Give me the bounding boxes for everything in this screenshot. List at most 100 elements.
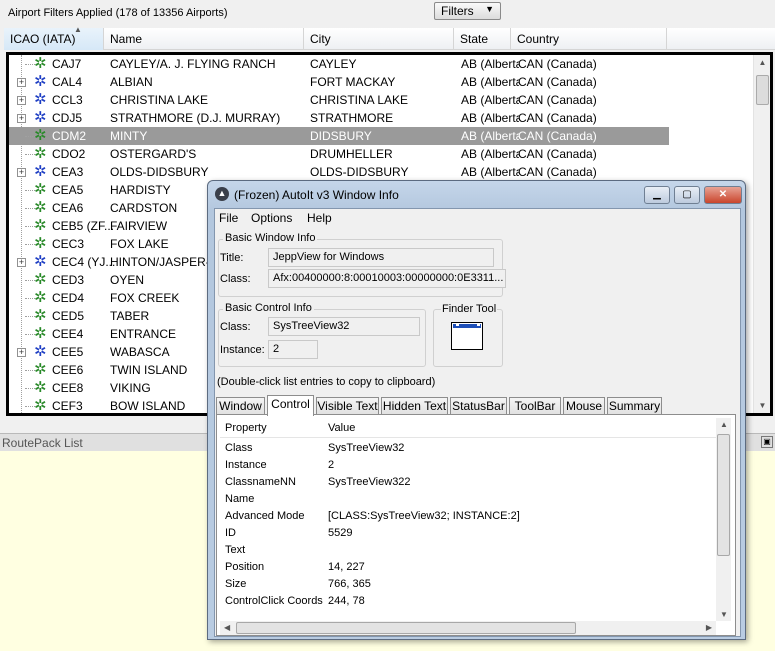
airport-row[interactable]: + ✲ CEA3 OLDS-DIDSBURY OLDS-DIDSBURY AB (Albe… [9,163,669,181]
airport-gear-icon: ✲ [34,343,47,360]
scroll-right-icon[interactable]: ▶ [706,623,712,632]
property-value: 5529 [328,527,353,539]
column-header-city[interactable]: City [304,28,454,50]
column-header-country[interactable]: Country [511,28,667,50]
property-list-header: Property Value [220,418,716,438]
finder-tool-icon[interactable] [451,322,483,350]
airport-gear-icon: ✲ [34,181,47,198]
property-key: Advanced Mode [225,510,305,522]
autoit-window-info: ▲ (Frozen) AutoIt v3 Window Info ▁ ▢ ✕ F… [207,180,746,640]
scrollbar-thumb[interactable] [756,75,769,105]
property-list-horizontal-scrollbar[interactable]: ◀ ▶ [220,621,716,635]
expand-icon[interactable]: + [17,114,26,123]
window-class-field[interactable]: Afx:00400000:8:00010003:00000000:0E3311.… [268,269,506,288]
tab-statusbar[interactable]: StatusBar [450,397,507,415]
menu-options[interactable]: Options [251,211,292,225]
scroll-up-icon[interactable]: ▲ [755,55,770,70]
property-row[interactable]: Advanced Mode [CLASS:SysTreeView32; INSTA… [220,508,716,525]
autoit-app-icon: ▲ [215,187,229,201]
property-row[interactable]: ClassnameNN SysTreeView322 [220,474,716,491]
property-row[interactable]: Class SysTreeView32 [220,440,716,457]
name-cell: BOW ISLAND [110,399,186,413]
pin-icon[interactable]: ▣ [761,436,773,448]
column-header-name[interactable]: Name [104,28,304,50]
tab-summary[interactable]: Summary [607,397,662,415]
property-key: Class [225,442,253,454]
icao-cell: CEC4 (YJ... [52,255,116,269]
property-list[interactable]: Property Value Class SysTreeView32 Instanc… [220,418,716,621]
airport-row[interactable]: + ✲ CCL3 CHRISTINA LAKE CHRISTINA LAKE AB (Al… [9,91,669,109]
tab-toolbar[interactable]: ToolBar [509,397,561,415]
expand-icon[interactable]: + [17,348,26,357]
country-cell: CAN (Canada) [518,57,597,71]
property-value: SysTreeView32 [328,442,405,454]
city-cell: CAYLEY [310,57,357,71]
property-row[interactable]: Name [220,491,716,508]
tab-visible-text[interactable]: Visible Text [316,397,379,415]
column-header-state-label: State [460,32,489,46]
property-value: 2 [328,459,335,471]
property-row[interactable]: ID 5529 [220,525,716,542]
property-value: [CLASS:SysTreeView32; INSTANCE:2] [328,510,520,522]
icao-cell: CEE5 [52,345,84,359]
airport-gear-icon: ✲ [34,109,47,126]
scroll-up-icon[interactable]: ▲ [720,420,728,429]
scrollbar-thumb[interactable] [717,434,730,556]
property-row[interactable]: ControlClick Coords 244, 78 [220,593,716,610]
property-key: Size [225,578,247,590]
scroll-left-icon[interactable]: ◀ [224,623,230,632]
close-button[interactable]: ✕ [704,186,742,204]
name-cell: TABER [110,309,150,323]
scrollbar-thumb[interactable] [236,622,576,634]
minimize-button[interactable]: ▁ [644,186,670,204]
property-key: Instance [225,459,267,471]
property-key: Position [225,561,265,573]
instance-field[interactable]: 2 [268,340,318,359]
expand-icon[interactable]: + [17,168,26,177]
property-row[interactable]: Text [220,542,716,559]
property-list-vertical-scrollbar[interactable]: ▲ ▼ [716,418,731,621]
icao-cell: CEF3 [52,399,83,413]
expand-icon[interactable]: + [17,96,26,105]
icao-cell: CEA3 [52,165,84,179]
property-row[interactable]: Size 766, 365 [220,576,716,593]
property-row[interactable]: Instance 2 [220,457,716,474]
menu-file[interactable]: File [219,211,238,225]
property-row[interactable]: Position 14, 227 [220,559,716,576]
tab-hidden-text[interactable]: Hidden Text [381,397,448,415]
tab-mouse[interactable]: Mouse [563,397,605,415]
airport-row[interactable]: ✲ CDM2 MINTY DIDSBURY AB (Alberta)CAN (Canad… [9,127,669,145]
scroll-down-icon[interactable]: ▼ [720,610,728,619]
state-cell: AB (Alberta) [461,93,519,107]
control-class-field[interactable]: SysTreeView32 [268,317,420,336]
scroll-down-icon[interactable]: ▼ [755,398,770,413]
property-column-header[interactable]: Property [225,422,267,434]
airport-list-header: ICAO (IATA) ▲ Name City State Country [4,25,775,50]
tree-vertical-scrollbar[interactable]: ▲ ▼ [753,55,770,413]
airport-gear-icon: ✲ [34,145,47,162]
airport-row[interactable]: ✲ CDO2 OSTERGARD'S DRUMHELLER AB (Alberta)CA… [9,145,669,163]
airport-row[interactable]: ✲ CAJ7 CAYLEY/A. J. FLYING RANCH CAYLEY AB (… [9,55,669,73]
clipboard-hint: (Double-click list entries to copy to cl… [217,376,436,388]
column-header-icao[interactable]: ICAO (IATA) ▲ [4,25,104,50]
value-column-header[interactable]: Value [328,422,355,434]
state-cell: AB (Alberta) [461,165,519,179]
airport-row[interactable]: + ✲ CAL4 ALBIAN FORT MACKAY AB (Alberta)CAN (… [9,73,669,91]
title-field[interactable]: JeppView for Windows [268,248,494,267]
expand-icon[interactable]: + [17,78,26,87]
expand-icon[interactable]: + [17,258,26,267]
column-header-state[interactable]: State [454,28,511,50]
menu-help[interactable]: Help [307,211,332,225]
tab-control[interactable]: Control [267,395,314,416]
icao-cell: CAJ7 [52,57,82,71]
icao-cell: CED4 [52,291,85,305]
tab-window[interactable]: Window [216,397,265,415]
name-cell: VIKING [110,381,151,395]
airport-gear-icon: ✲ [34,199,47,216]
property-key: ClassnameNN [225,476,296,488]
airport-gear-icon: ✲ [34,379,47,396]
airport-row[interactable]: + ✲ CDJ5 STRATHMORE (D.J. MURRAY) STRATHMORE… [9,109,669,127]
maximize-button[interactable]: ▢ [674,186,700,204]
icao-cell: CEE8 [52,381,84,395]
filters-dropdown-button[interactable]: Filters ▼ [434,2,501,20]
